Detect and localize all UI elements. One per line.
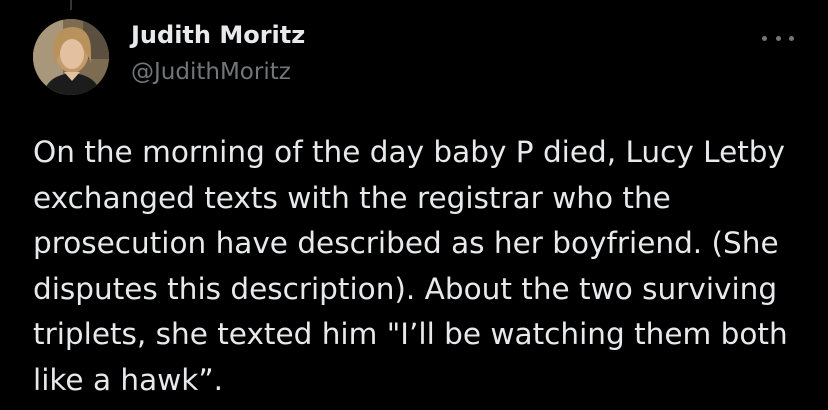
profile-photo-icon (33, 19, 109, 95)
more-options-icon[interactable] (762, 30, 794, 46)
avatar[interactable] (33, 19, 109, 95)
author-display-name[interactable]: Judith Moritz (131, 20, 305, 50)
tweet-text: On the morning of the day baby P died, L… (33, 135, 788, 397)
more-dot (775, 35, 781, 41)
author-handle[interactable]: @JudithMoritz (131, 57, 291, 87)
tweet: Judith Moritz @JudithMoritz On the morni… (0, 0, 828, 410)
more-dot (789, 35, 794, 41)
more-dot (762, 35, 767, 41)
